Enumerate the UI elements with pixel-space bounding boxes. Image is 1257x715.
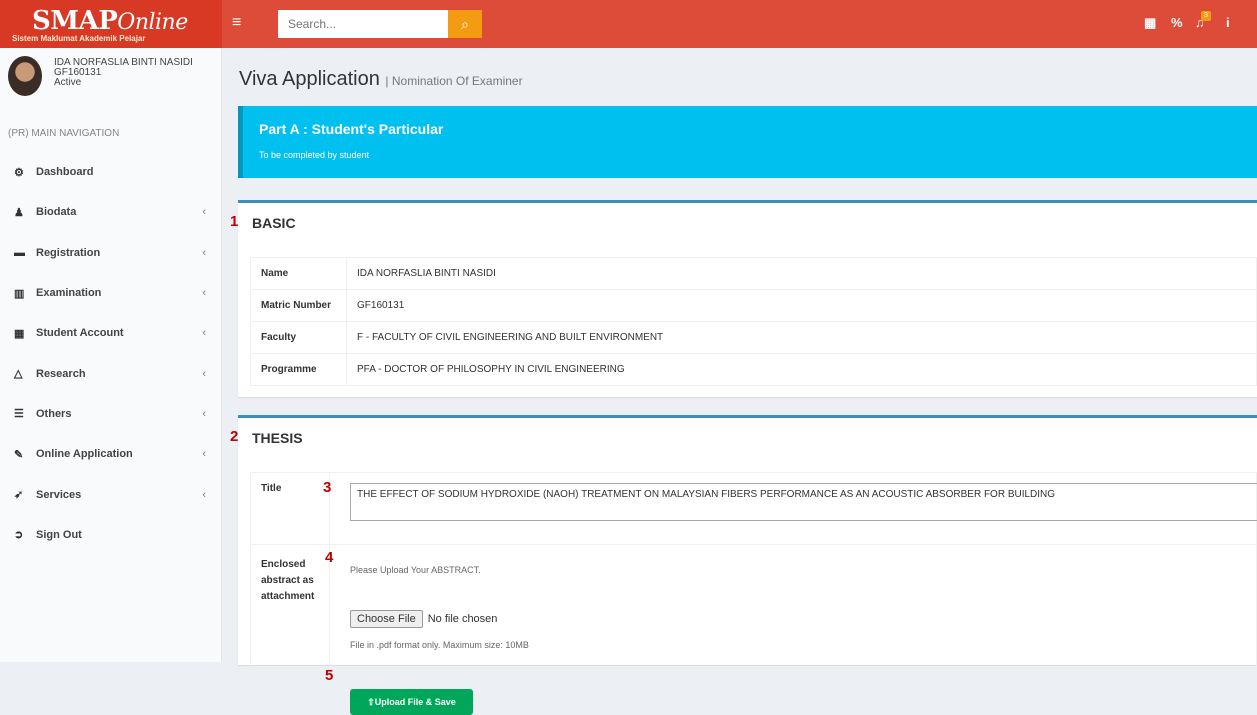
page-subtitle: | Nomination Of Examiner (385, 74, 523, 88)
row-key: Matric Number (250, 289, 347, 322)
upload-save-button[interactable]: ⇧Upload File & Save (350, 689, 473, 715)
sidebar-item-research[interactable]: △ Research ‹ (0, 353, 222, 393)
nav-header: (PR) MAIN NAVIGATION (8, 128, 120, 139)
upload-prompt: Please Upload Your ABSTRACT. (350, 565, 481, 575)
sidebar-item-dashboard[interactable]: ⚙ Dashboard (0, 152, 222, 192)
chevron-left-icon: ‹ (202, 206, 206, 219)
title-label: Title (261, 483, 282, 494)
logo-script: Online (117, 10, 188, 35)
chevron-left-icon: ‹ (202, 488, 206, 501)
signpost-icon: ☰ (14, 408, 24, 421)
sidebar-item-registration[interactable]: ▬ Registration ‹ (0, 233, 222, 273)
pencil-icon: ✎ (14, 448, 24, 461)
thesis-title-field[interactable]: THE EFFECT OF SODIUM HYDROXIDE (NAOH) TR… (350, 483, 1257, 521)
row-key: Faculty (250, 321, 347, 354)
sidebar-item-services[interactable]: ➶ Services ‹ (0, 474, 222, 514)
main-nav: ⚙ Dashboard ♟ Biodata ‹ ▬ Registration ‹ ▥ Exa… (0, 152, 222, 555)
chart-icon: ▥ (14, 287, 25, 300)
upload-button-label: Upload File & Save (374, 697, 456, 707)
logo[interactable]: SMAPOnline Sistem Maklumat Akademik Pela… (0, 0, 222, 48)
abstract-label-line: Enclosed (261, 559, 306, 570)
sidebar-item-label: Online Application (36, 448, 133, 461)
search-input[interactable] (278, 10, 448, 38)
basic-box: BASIC Name IDA NORFASLIA BINTI NASIDI Mat… (238, 200, 1257, 397)
user-panel: IDA NORFASLIA BINTI NASIDI GF160131 Acti… (54, 58, 193, 88)
abstract-label-line: abstract as (261, 575, 314, 586)
basic-table: Name IDA NORFASLIA BINTI NASIDI Matric Nu… (250, 257, 1257, 386)
flask-icon: △ (14, 368, 23, 381)
annotation-marker-4: 4 (325, 549, 334, 566)
annotation-marker-5: 5 (325, 667, 334, 684)
chevron-left-icon: ‹ (202, 327, 206, 340)
abstract-label: Enclosed abstract as attachment (261, 557, 314, 605)
user-status: Active (54, 77, 82, 88)
chevron-left-icon: ‹ (202, 246, 206, 259)
hamburger-icon[interactable]: ≡ (232, 14, 241, 32)
row-value: F - FACULTY OF CIVIL ENGINEERING AND BUI… (346, 321, 1257, 354)
table-row: Programme PFA - DOCTOR OF PHILOSOPHY IN C… (250, 353, 1257, 386)
row-value: IDA NORFASLIA BINTI NASIDI (346, 257, 1257, 290)
abstract-label-line: attachment (261, 591, 315, 602)
avatar (8, 56, 42, 96)
search-icon[interactable]: ⌕ (448, 10, 482, 38)
bank-icon: ▦ (14, 327, 25, 340)
sidebar-item-online-application[interactable]: ✎ Online Application ‹ (0, 434, 222, 474)
sidebar: IDA NORFASLIA BINTI NASIDI GF160131 Acti… (0, 48, 222, 662)
thesis-box: THESIS Title 3 THE EFFECT OF SODIUM HYDR… (238, 415, 1257, 715)
sidebar-item-biodata[interactable]: ♟ Biodata ‹ (0, 192, 222, 232)
briefcase-icon: ▬ (14, 246, 25, 259)
table-row: Faculty F - FACULTY OF CIVIL ENGINEERING … (250, 321, 1257, 354)
choose-file-button[interactable]: Choose File (350, 610, 423, 628)
sidebar-item-sign-out[interactable]: ➲ Sign Out (0, 515, 222, 555)
upload-icon: ⇧ (367, 697, 375, 707)
sidebar-item-label: Services (36, 488, 82, 501)
chevron-left-icon: ‹ (202, 407, 206, 420)
chevron-left-icon: ‹ (202, 287, 206, 300)
link-icon[interactable]: % (1171, 15, 1183, 30)
top-navbar: SMAPOnline Sistem Maklumat Akademik Pela… (0, 0, 1257, 48)
info-icon[interactable]: i (1226, 15, 1230, 30)
callout-title: Part A : Student's Particular (259, 121, 444, 137)
no-file-text: No file chosen (427, 613, 498, 625)
thesis-title: THESIS (252, 430, 303, 446)
rocket-icon: ➶ (14, 489, 24, 502)
sidebar-item-label: Research (36, 367, 86, 380)
sidebar-item-others[interactable]: ☰ Others ‹ (0, 394, 222, 434)
sidebar-item-label: Biodata (36, 206, 77, 219)
dashboard-icon: ⚙ (14, 166, 24, 179)
thesis-table: Title 3 THE EFFECT OF SODIUM HYDROXIDE (… (250, 472, 1257, 715)
sidebar-item-label: Registration (36, 246, 101, 259)
file-hint: File in .pdf format only. Maximum size: … (350, 640, 529, 650)
table-row: Matric Number GF160131 (250, 289, 1257, 322)
notification-badge: 3 (1201, 11, 1211, 21)
file-input: Choose File No file chosen (350, 610, 497, 628)
sign-out-icon: ➲ (14, 529, 24, 542)
logo-main: SMAP (32, 6, 118, 36)
sidebar-item-label: Examination (36, 287, 102, 300)
table-row: Name IDA NORFASLIA BINTI NASIDI (250, 257, 1257, 290)
basic-title: BASIC (252, 215, 296, 231)
chevron-left-icon: ‹ (202, 367, 206, 380)
sidebar-item-label: Student Account (36, 327, 124, 340)
grid-icon[interactable]: ▦ (1144, 15, 1156, 31)
callout-subtitle: To be completed by student (259, 150, 370, 160)
content-wrapper: Viva Application | Nomination Of Examine… (222, 48, 1257, 715)
sidebar-item-examination[interactable]: ▥ Examination ‹ (0, 273, 222, 313)
part-a-callout: Part A : Student's Particular To be comp… (238, 106, 1257, 178)
annotation-marker-3: 3 (323, 479, 332, 496)
sidebar-item-label: Dashboard (36, 166, 94, 179)
page-title: Viva Application | Nomination Of Examine… (239, 68, 523, 91)
page-title-text: Viva Application (239, 68, 380, 90)
row-key: Name (250, 257, 347, 290)
sidebar-item-label: Sign Out (36, 528, 82, 541)
row-key: Programme (250, 353, 347, 386)
row-value: GF160131 (346, 289, 1257, 322)
logo-subtitle: Sistem Maklumat Akademik Pelajar (12, 34, 146, 43)
row-value: PFA - DOCTOR OF PHILOSOPHY IN CIVIL ENGI… (346, 353, 1257, 386)
sidebar-item-label: Others (36, 407, 72, 420)
chevron-left-icon: ‹ (202, 448, 206, 461)
sidebar-item-student-account[interactable]: ▦ Student Account ‹ (0, 313, 222, 353)
person-icon: ♟ (14, 206, 24, 219)
